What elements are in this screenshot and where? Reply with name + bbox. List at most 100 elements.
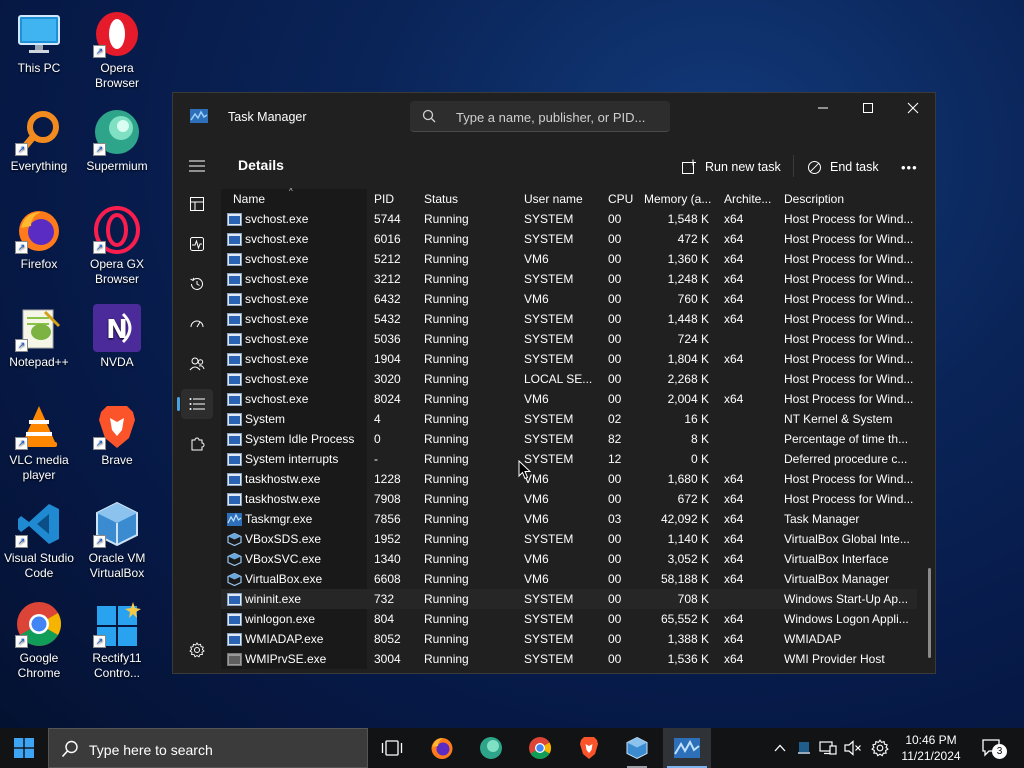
table-row[interactable]: svchost.exe 8024 Running VM6 00 2,004 K x64 Hos… xyxy=(221,389,917,409)
network-button[interactable] xyxy=(817,728,839,768)
column-header-description[interactable]: Description xyxy=(784,189,914,209)
taskbar-brave[interactable] xyxy=(565,728,613,768)
process-icon xyxy=(227,432,242,446)
process-name: svchost.exe xyxy=(245,352,309,366)
cell-user: SYSTEM xyxy=(524,452,574,466)
table-row[interactable]: VBoxSVC.exe 1340 Running VM6 00 3,052 K x64 Vir… xyxy=(221,549,917,569)
table-row[interactable]: System interrupts - Running SYSTEM 12 0 K Defe… xyxy=(221,449,917,469)
process-icon xyxy=(227,552,242,567)
desktop-icon-this-pc[interactable]: This PC xyxy=(0,4,78,76)
column-header-architecture[interactable]: Archite... xyxy=(724,189,776,209)
table-row[interactable]: VBoxSDS.exe 1952 Running SYSTEM 00 1,140 K x64… xyxy=(221,529,917,549)
desktop-icon-opera-gx[interactable]: ↗ Opera GX Browser xyxy=(78,200,156,287)
table-row[interactable]: svchost.exe 5036 Running SYSTEM 00 724 K Host … xyxy=(221,329,917,349)
settings-tray-button[interactable] xyxy=(868,728,892,768)
maximize-button[interactable] xyxy=(845,93,891,123)
desktop-icon-rectify11[interactable]: ↗ Rectify11 Contro... xyxy=(78,594,156,681)
cell-user: SYSTEM xyxy=(524,532,574,546)
nav-app-history[interactable] xyxy=(181,269,213,299)
column-header-memory[interactable]: Memory (a... xyxy=(644,189,716,209)
nav-performance[interactable] xyxy=(181,229,213,259)
desktop-icon-notepad-plus-plus[interactable]: ↗ Notepad++ xyxy=(0,298,78,370)
nav-processes[interactable] xyxy=(181,189,213,219)
end-task-label: End task xyxy=(830,160,879,174)
search-input[interactable] xyxy=(454,106,668,128)
taskbar-task-manager[interactable] xyxy=(663,728,711,768)
hamburger-icon xyxy=(189,160,205,172)
desktop-icon-virtualbox[interactable]: ↗ Oracle VM VirtualBox xyxy=(78,494,156,581)
process-name: VBoxSDS.exe xyxy=(245,532,322,546)
taskbar-search-box[interactable] xyxy=(48,728,368,768)
nav-details[interactable] xyxy=(177,389,213,419)
table-row[interactable]: wininit.exe 732 Running SYSTEM 00 708 K Window… xyxy=(221,589,917,609)
task-view-button[interactable] xyxy=(368,728,416,768)
desktop-icon-brave[interactable]: ↗ Brave xyxy=(78,396,156,468)
desktop-icon-chrome[interactable]: ↗ Google Chrome xyxy=(0,594,78,681)
nav-menu-button[interactable] xyxy=(181,151,213,181)
table-row[interactable]: WMIADAP.exe 8052 Running SYSTEM 00 1,388 K x64… xyxy=(221,629,917,649)
cell-status: Running xyxy=(424,632,469,646)
table-row[interactable]: taskhostw.exe 1228 Running VM6 00 1,680 K x64 H… xyxy=(221,469,917,489)
title-bar[interactable]: Task Manager xyxy=(173,93,935,141)
column-header-name[interactable]: Name xyxy=(221,189,367,209)
taskbar-chrome[interactable] xyxy=(516,728,564,768)
process-name-cell: Taskmgr.exe xyxy=(221,509,367,529)
table-row[interactable]: svchost.exe 1904 Running SYSTEM 00 1,804 K x64… xyxy=(221,349,917,369)
nav-services[interactable] xyxy=(181,429,213,459)
taskbar-search-input[interactable] xyxy=(87,739,361,761)
desktop-icon-opera[interactable]: ↗ Opera Browser xyxy=(78,4,156,91)
search-box[interactable] xyxy=(410,101,670,132)
desktop-icon-vscode[interactable]: ↗ Visual Studio Code xyxy=(0,494,78,581)
nav-settings[interactable] xyxy=(181,635,213,665)
column-header-pid[interactable]: PID xyxy=(374,189,419,209)
cell-cpu: 02 xyxy=(608,412,622,426)
process-icon xyxy=(227,572,242,587)
table-row[interactable]: svchost.exe 5212 Running VM6 00 1,360 K x64 Hos… xyxy=(221,249,917,269)
table-row[interactable]: WMIPrvSE.exe 3004 Running SYSTEM 00 1,536 K x6… xyxy=(221,649,917,669)
table-row[interactable]: Taskmgr.exe 7856 Running VM6 03 42,092 K x64 Ta… xyxy=(221,509,917,529)
desktop-icon-vlc[interactable]: ↗ VLC media player xyxy=(0,396,78,483)
table-row[interactable]: svchost.exe 3212 Running SYSTEM 00 1,248 K x64… xyxy=(221,269,917,289)
nav-startup-apps[interactable] xyxy=(181,309,213,339)
table-row[interactable]: winlogon.exe 804 Running SYSTEM 00 65,552 K x6… xyxy=(221,609,917,629)
notification-center-button[interactable]: 3 xyxy=(974,728,1010,768)
cell-cpu: 12 xyxy=(608,452,622,466)
nav-users[interactable] xyxy=(181,349,213,379)
desktop-icon-firefox[interactable]: ↗ Firefox xyxy=(0,200,78,272)
processes-icon xyxy=(190,197,204,211)
notepad-plus-plus-icon: ↗ xyxy=(15,304,63,352)
taskbar-firefox[interactable] xyxy=(418,728,466,768)
column-header-user-name[interactable]: User name xyxy=(524,189,604,209)
start-button[interactable] xyxy=(0,728,48,768)
taskbar-virtualbox[interactable] xyxy=(613,728,661,768)
tray-app-icon[interactable] xyxy=(794,728,814,768)
table-row[interactable]: svchost.exe 6432 Running VM6 00 760 K x64 Host … xyxy=(221,289,917,309)
desktop-icon-supermium[interactable]: ↗ Supermium xyxy=(78,102,156,174)
taskbar-supermium[interactable] xyxy=(467,728,515,768)
end-task-button[interactable]: End task xyxy=(807,155,879,179)
desktop-icon-nvda[interactable]: N NVDA xyxy=(78,298,156,370)
cell-arch: x64 xyxy=(724,632,744,646)
table-row[interactable]: VirtualBox.exe 6608 Running VM6 00 58,188 K x6… xyxy=(221,569,917,589)
close-button[interactable] xyxy=(890,93,936,123)
column-header-cpu[interactable]: CPU xyxy=(608,189,636,209)
table-row[interactable]: svchost.exe 3020 Running LOCAL SE... 00 2,268… xyxy=(221,369,917,389)
column-header-status[interactable]: Status xyxy=(424,189,514,209)
cell-user: SYSTEM xyxy=(524,352,574,366)
table-row[interactable]: System Idle Process 0 Running SYSTEM 82 8 K Pe… xyxy=(221,429,917,449)
more-options-button[interactable]: ••• xyxy=(901,155,918,179)
run-new-task-button[interactable]: Run new task xyxy=(681,155,781,179)
table-row[interactable]: svchost.exe 6016 Running SYSTEM 00 472 K x64 Ho… xyxy=(221,229,917,249)
desktop-icon-everything[interactable]: ↗ Everything xyxy=(0,102,78,174)
cell-cpu: 03 xyxy=(608,512,622,526)
vertical-scrollbar-thumb[interactable] xyxy=(928,568,931,658)
clock-button[interactable]: 10:46 PM 11/21/2024 xyxy=(896,732,966,764)
show-hidden-icons-button[interactable] xyxy=(770,728,790,768)
table-row[interactable]: System 4 Running SYSTEM 02 16 K NT Kernel & Sy… xyxy=(221,409,917,429)
table-row[interactable]: taskhostw.exe 7908 Running VM6 00 672 K x64 Hos… xyxy=(221,489,917,509)
cell-memory: 2,004 K xyxy=(667,392,709,406)
table-row[interactable]: svchost.exe 5432 Running SYSTEM 00 1,448 K x64… xyxy=(221,309,917,329)
minimize-button[interactable] xyxy=(800,93,846,123)
table-row[interactable]: svchost.exe 5744 Running SYSTEM 00 1,548 K x64… xyxy=(221,209,917,229)
volume-button[interactable] xyxy=(842,728,864,768)
